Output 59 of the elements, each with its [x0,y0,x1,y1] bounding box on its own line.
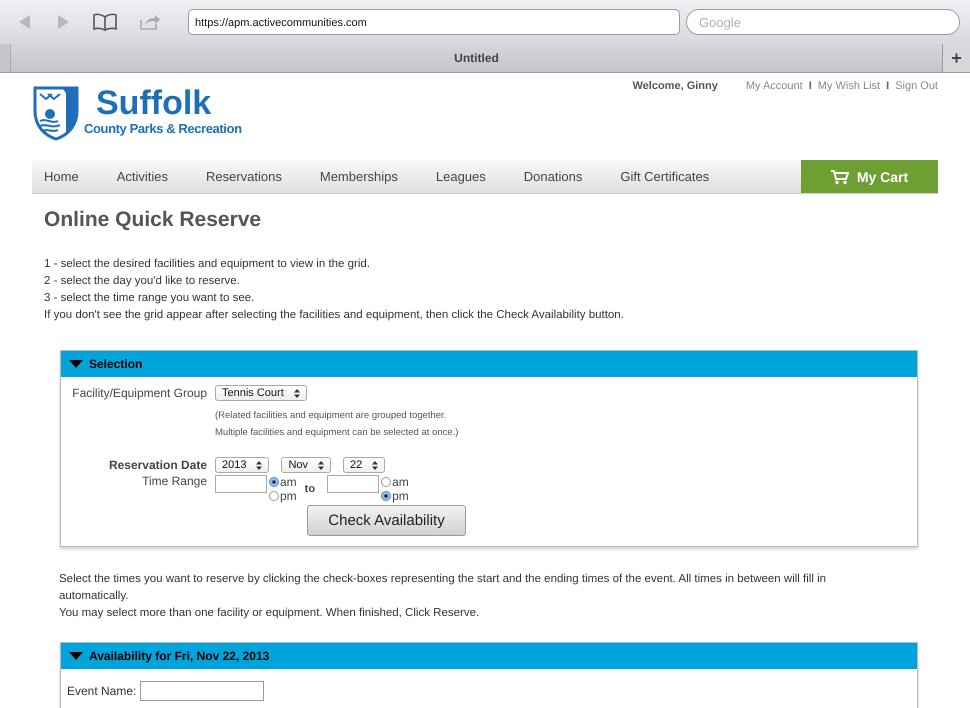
instruction-text: 2 - select the day you'd like to reserve. [44,274,241,289]
link-separator: I [808,80,812,94]
date-dropdown[interactable]: 2013 [215,457,270,473]
stepper-arrows-icon [372,460,378,470]
time-input[interactable] [215,475,267,493]
search-field[interactable]: Google [686,9,960,35]
instruction-text: If you don't see the grid appear after selecting the facilities and equipment, then click the Check Availability button. [44,308,625,323]
book-icon[interactable] [92,13,118,31]
stepper-arrows-icon [256,460,262,470]
panel-header[interactable]: Selection [61,351,917,377]
address-field[interactable]: https://apm.activecommunities.com [188,9,680,35]
share-icon[interactable] [138,13,162,31]
link-separator: I [886,80,890,94]
hint-text: (Related facilities and equipment are grouped together. [215,409,448,423]
event-name-input[interactable] [140,681,264,701]
instruction-text: 1 - select the desired facilities and equipment to view in the grid. [44,257,372,272]
stepper-arrows-icon [294,388,300,398]
check-availability-button[interactable]: Check Availability [307,505,466,536]
browser-tab[interactable]: Untitled [10,44,942,72]
field-label: Time Range [141,473,208,488]
stepper-arrows-icon [318,460,324,470]
welcome-text: Welcome, Ginny [632,80,718,94]
nav-item[interactable]: Donations [512,169,594,184]
panel-title: Selection [89,357,142,371]
group-dropdown[interactable]: Tennis Court [215,385,307,401]
panel-title: Availability for Fri, Nov 22, 2013 [89,649,270,663]
collapse-icon [69,652,83,660]
panel-header[interactable]: Availability for Fri, Nov 22, 2013 [61,643,917,669]
radio-button[interactable]: am [269,475,297,489]
logo-subtitle: County Parks & Recreation [84,121,242,136]
radio-button[interactable]: am [381,475,409,489]
radio-button[interactable]: pm [381,489,409,503]
page-title: Online Quick Reserve [44,208,262,232]
collapse-icon [69,360,83,368]
nav-item[interactable]: Memberships [308,169,410,184]
field-label: Reservation Date [108,457,208,472]
cart-icon [830,168,849,184]
field-label: Facility/Equipment Group [71,385,208,400]
nav-item[interactable]: Leagues [424,169,498,184]
to-label: to [304,483,316,495]
nav-item[interactable]: Reservations [194,169,294,184]
note-text: Select the times you want to reserve by clicking the check-boxes representing the start and the ending times of the event. All times in between will fill in automatically. [59,572,828,604]
time-input[interactable] [327,475,380,493]
account-link[interactable]: Sign Out [895,80,938,160]
account-link[interactable]: My Wish List [818,80,880,160]
hint-text: Multiple facilities and equipment can be selected at once.) [215,426,458,440]
note-text: You may select more than one facility or equipment. When finished, Click Reserve. [59,606,480,621]
radio-button[interactable]: pm [269,489,297,503]
nav-item[interactable]: Gift Certificates [608,169,722,184]
nav-item[interactable]: Activities [104,169,180,184]
shield-logo-icon [32,85,80,141]
date-dropdown[interactable]: Nov [281,457,332,473]
instruction-text: 3 - select the time range you want to see. [44,291,256,306]
account-link[interactable]: My Account [746,80,803,160]
new-tab-button[interactable]: + [942,44,970,72]
logo-title: Suffolk [96,85,212,121]
field-label: Event Name: [67,684,136,698]
nav-item[interactable]: Home [32,169,91,184]
date-dropdown[interactable]: 22 [343,457,386,473]
